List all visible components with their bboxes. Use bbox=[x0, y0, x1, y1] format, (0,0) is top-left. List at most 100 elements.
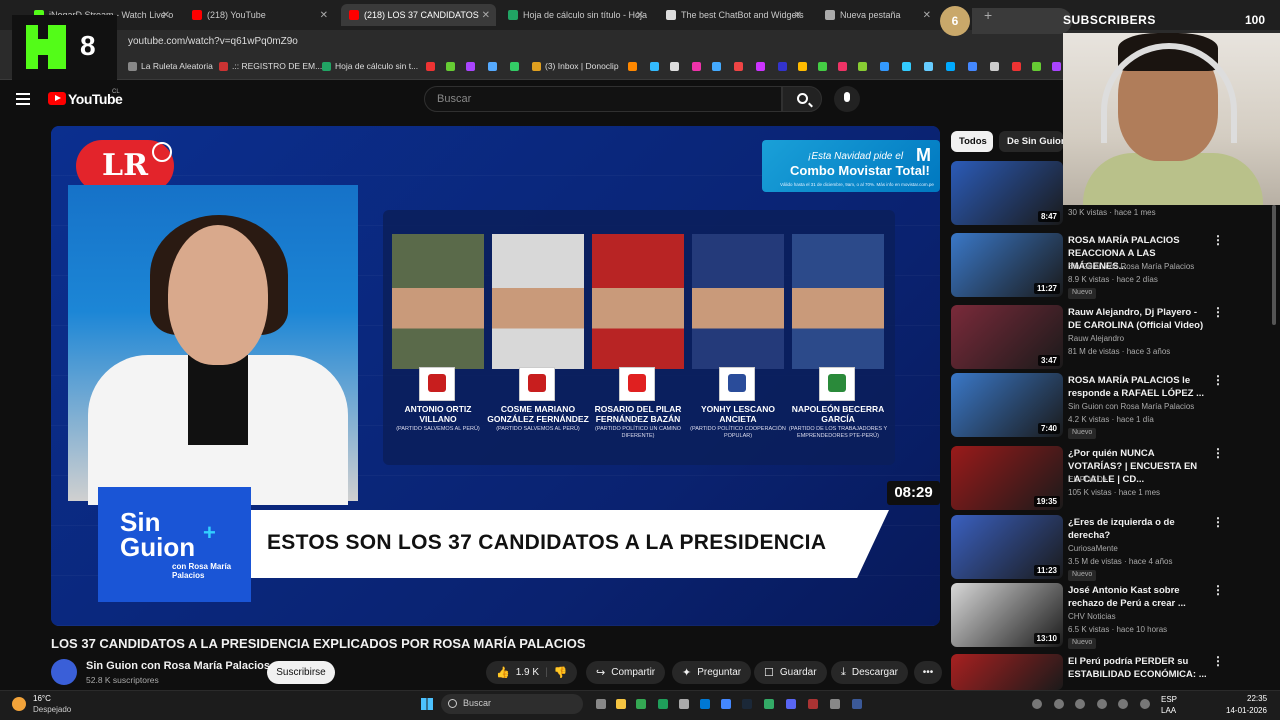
bookmark-shortcut-icon[interactable] bbox=[446, 62, 455, 71]
browser-tab[interactable]: Hoja de cálculo sin título - Hoja ✕ bbox=[500, 4, 650, 26]
recommendation-channel[interactable]: Sin Guion con Rosa María Palacios bbox=[1068, 402, 1194, 411]
bookmark-shortcut-icon[interactable] bbox=[650, 62, 659, 71]
taskbar-app-icon[interactable] bbox=[700, 699, 710, 709]
bookmark-item[interactable]: (3) Inbox | Donoclip bbox=[532, 61, 619, 71]
bookmark-shortcut-icon[interactable] bbox=[858, 62, 867, 71]
youtube-logo-icon[interactable] bbox=[48, 92, 66, 105]
close-icon[interactable]: ✕ bbox=[482, 10, 490, 21]
url-text[interactable]: youtube.com/watch?v=q61wPq0mZ9o bbox=[128, 36, 298, 47]
recommendation-title[interactable]: ¿Eres de izquierda o de derecha? bbox=[1068, 516, 1208, 542]
recommendation-thumbnail[interactable]: 11:27 bbox=[951, 233, 1063, 297]
clock-date[interactable]: 14-01-2026 bbox=[1226, 706, 1267, 715]
channel-name[interactable]: Sin Guion con Rosa María Palacios bbox=[86, 660, 270, 672]
taskbar-app-icon[interactable] bbox=[658, 699, 668, 709]
bookmark-shortcut-icon[interactable] bbox=[692, 62, 701, 71]
taskbar-app-icon[interactable] bbox=[742, 699, 752, 709]
bookmark-shortcut-icon[interactable] bbox=[902, 62, 911, 71]
bookmark-shortcut-icon[interactable] bbox=[734, 62, 743, 71]
voice-search-icon[interactable] bbox=[834, 86, 860, 112]
recommendation-channel[interactable]: Rauw Alejandro bbox=[1068, 334, 1124, 343]
taskbar-app-icon[interactable] bbox=[808, 699, 818, 709]
recommendation-title[interactable]: José Antonio Kast sobre rechazo de Perú … bbox=[1068, 584, 1208, 610]
bookmark-shortcut-icon[interactable] bbox=[488, 62, 497, 71]
bookmark-shortcut-icon[interactable] bbox=[838, 62, 847, 71]
menu-icon[interactable] bbox=[16, 93, 30, 105]
recommendation-title[interactable]: ROSA MARÍA PALACIOS le responde a RAFAEL… bbox=[1068, 374, 1208, 400]
recommendation-thumbnail[interactable]: 7:40 bbox=[951, 373, 1063, 437]
taskbar-app-icon[interactable] bbox=[636, 699, 646, 709]
close-icon[interactable]: ✕ bbox=[162, 10, 170, 21]
windows-start-icon[interactable] bbox=[421, 698, 433, 710]
system-tray-icon[interactable] bbox=[1118, 699, 1128, 709]
bookmark-shortcut-icon[interactable] bbox=[670, 62, 679, 71]
bookmark-shortcut-icon[interactable] bbox=[968, 62, 977, 71]
recommendation-title[interactable]: Rauw Alejandro, Dj Playero - DE CAROLINA… bbox=[1068, 306, 1208, 332]
more-vert-icon[interactable]: ⋮ bbox=[1212, 233, 1224, 247]
bookmark-item[interactable]: Hoja de cálculo sin t... bbox=[322, 61, 418, 71]
recommendation-channel[interactable]: EL FOCO+ bbox=[1068, 475, 1108, 484]
recommendation-thumbnail[interactable]: 13:10 bbox=[951, 583, 1063, 647]
more-vert-icon[interactable]: ⋮ bbox=[1212, 305, 1224, 319]
bookmark-shortcut-icon[interactable] bbox=[712, 62, 721, 71]
recommendation-thumbnail[interactable]: 19:35 bbox=[951, 446, 1063, 510]
more-vert-icon[interactable]: ⋮ bbox=[1212, 373, 1224, 387]
recommendation-thumbnail[interactable]: 11:23 bbox=[951, 515, 1063, 579]
bookmark-shortcut-icon[interactable] bbox=[510, 62, 519, 71]
weather-temperature[interactable]: 16°C bbox=[33, 694, 51, 703]
more-vert-icon[interactable]: ⋮ bbox=[1212, 583, 1224, 597]
taskbar-app-icon[interactable] bbox=[596, 699, 606, 709]
taskbar-app-icon[interactable] bbox=[830, 699, 840, 709]
new-tab-plus-icon[interactable]: + bbox=[984, 7, 992, 23]
language-indicator[interactable]: ESP bbox=[1161, 695, 1177, 704]
clock-time[interactable]: 22:35 bbox=[1247, 694, 1267, 703]
weather-description[interactable]: Despejado bbox=[33, 705, 71, 714]
bookmark-shortcut-icon[interactable] bbox=[990, 62, 999, 71]
bookmark-shortcut-icon[interactable] bbox=[426, 62, 435, 71]
system-tray-icon[interactable] bbox=[1075, 699, 1085, 709]
browser-tab[interactable]: Nueva pestaña ✕ bbox=[817, 4, 937, 26]
bookmark-shortcut-icon[interactable] bbox=[1052, 62, 1061, 71]
recommendation-channel[interactable]: Sin Guion con Rosa María Palacios bbox=[1068, 262, 1194, 271]
ask-button[interactable]: ✦ Preguntar bbox=[672, 661, 752, 684]
bookmark-shortcut-icon[interactable] bbox=[924, 62, 933, 71]
bookmark-item[interactable]: .:: REGISTRO DE EM... bbox=[219, 61, 322, 71]
close-icon[interactable]: ✕ bbox=[923, 10, 931, 21]
bookmark-item[interactable]: La Ruleta Aleatoria bbox=[128, 61, 213, 71]
thumbs-down-icon[interactable]: 👎 bbox=[554, 666, 568, 679]
taskbar-app-icon[interactable] bbox=[764, 699, 774, 709]
bookmark-shortcut-icon[interactable] bbox=[818, 62, 827, 71]
more-vert-icon[interactable]: ⋮ bbox=[1212, 515, 1224, 529]
system-tray-icon[interactable] bbox=[1140, 699, 1150, 709]
bookmark-shortcut-icon[interactable] bbox=[628, 62, 637, 71]
recommendation-thumbnail[interactable] bbox=[951, 654, 1063, 690]
taskbar-app-icon[interactable] bbox=[786, 699, 796, 709]
download-button[interactable]: ⤓ Descargar bbox=[831, 661, 909, 684]
system-tray-icon[interactable] bbox=[1054, 699, 1064, 709]
sidebar-scrollbar[interactable] bbox=[1272, 205, 1276, 325]
subscribe-button[interactable]: Suscribirse bbox=[267, 661, 335, 684]
recommendation-channel[interactable]: CHV Noticias bbox=[1068, 612, 1116, 621]
like-button[interactable]: 👍 1.9 K | 👎 bbox=[486, 661, 578, 684]
bookmark-shortcut-icon[interactable] bbox=[798, 62, 807, 71]
more-vert-icon[interactable]: ⋮ bbox=[1212, 446, 1224, 460]
bookmark-shortcut-icon[interactable] bbox=[778, 62, 787, 71]
share-button[interactable]: ↪ Compartir bbox=[586, 661, 666, 684]
close-icon[interactable]: ✕ bbox=[636, 10, 644, 21]
search-input[interactable]: Buscar bbox=[424, 86, 782, 112]
taskbar-app-icon[interactable] bbox=[679, 699, 689, 709]
bookmark-shortcut-icon[interactable] bbox=[1012, 62, 1021, 71]
taskbar-search[interactable]: Buscar bbox=[441, 694, 583, 714]
system-tray-icon[interactable] bbox=[1097, 699, 1107, 709]
chip-channel[interactable]: De Sin Guion c bbox=[999, 131, 1063, 152]
more-actions-button[interactable]: ••• bbox=[914, 661, 942, 684]
more-vert-icon[interactable]: ⋮ bbox=[1212, 654, 1224, 668]
bookmark-shortcut-icon[interactable] bbox=[946, 62, 955, 71]
bookmark-shortcut-icon[interactable] bbox=[466, 62, 475, 71]
bookmark-shortcut-icon[interactable] bbox=[1032, 62, 1041, 71]
taskbar-app-icon[interactable] bbox=[852, 699, 862, 709]
close-icon[interactable]: ✕ bbox=[320, 10, 328, 21]
system-tray-icon[interactable] bbox=[1032, 699, 1042, 709]
taskbar-app-icon[interactable] bbox=[721, 699, 731, 709]
keyboard-layout[interactable]: LAA bbox=[1161, 706, 1176, 715]
save-button[interactable]: ☐ Guardar bbox=[754, 661, 827, 684]
